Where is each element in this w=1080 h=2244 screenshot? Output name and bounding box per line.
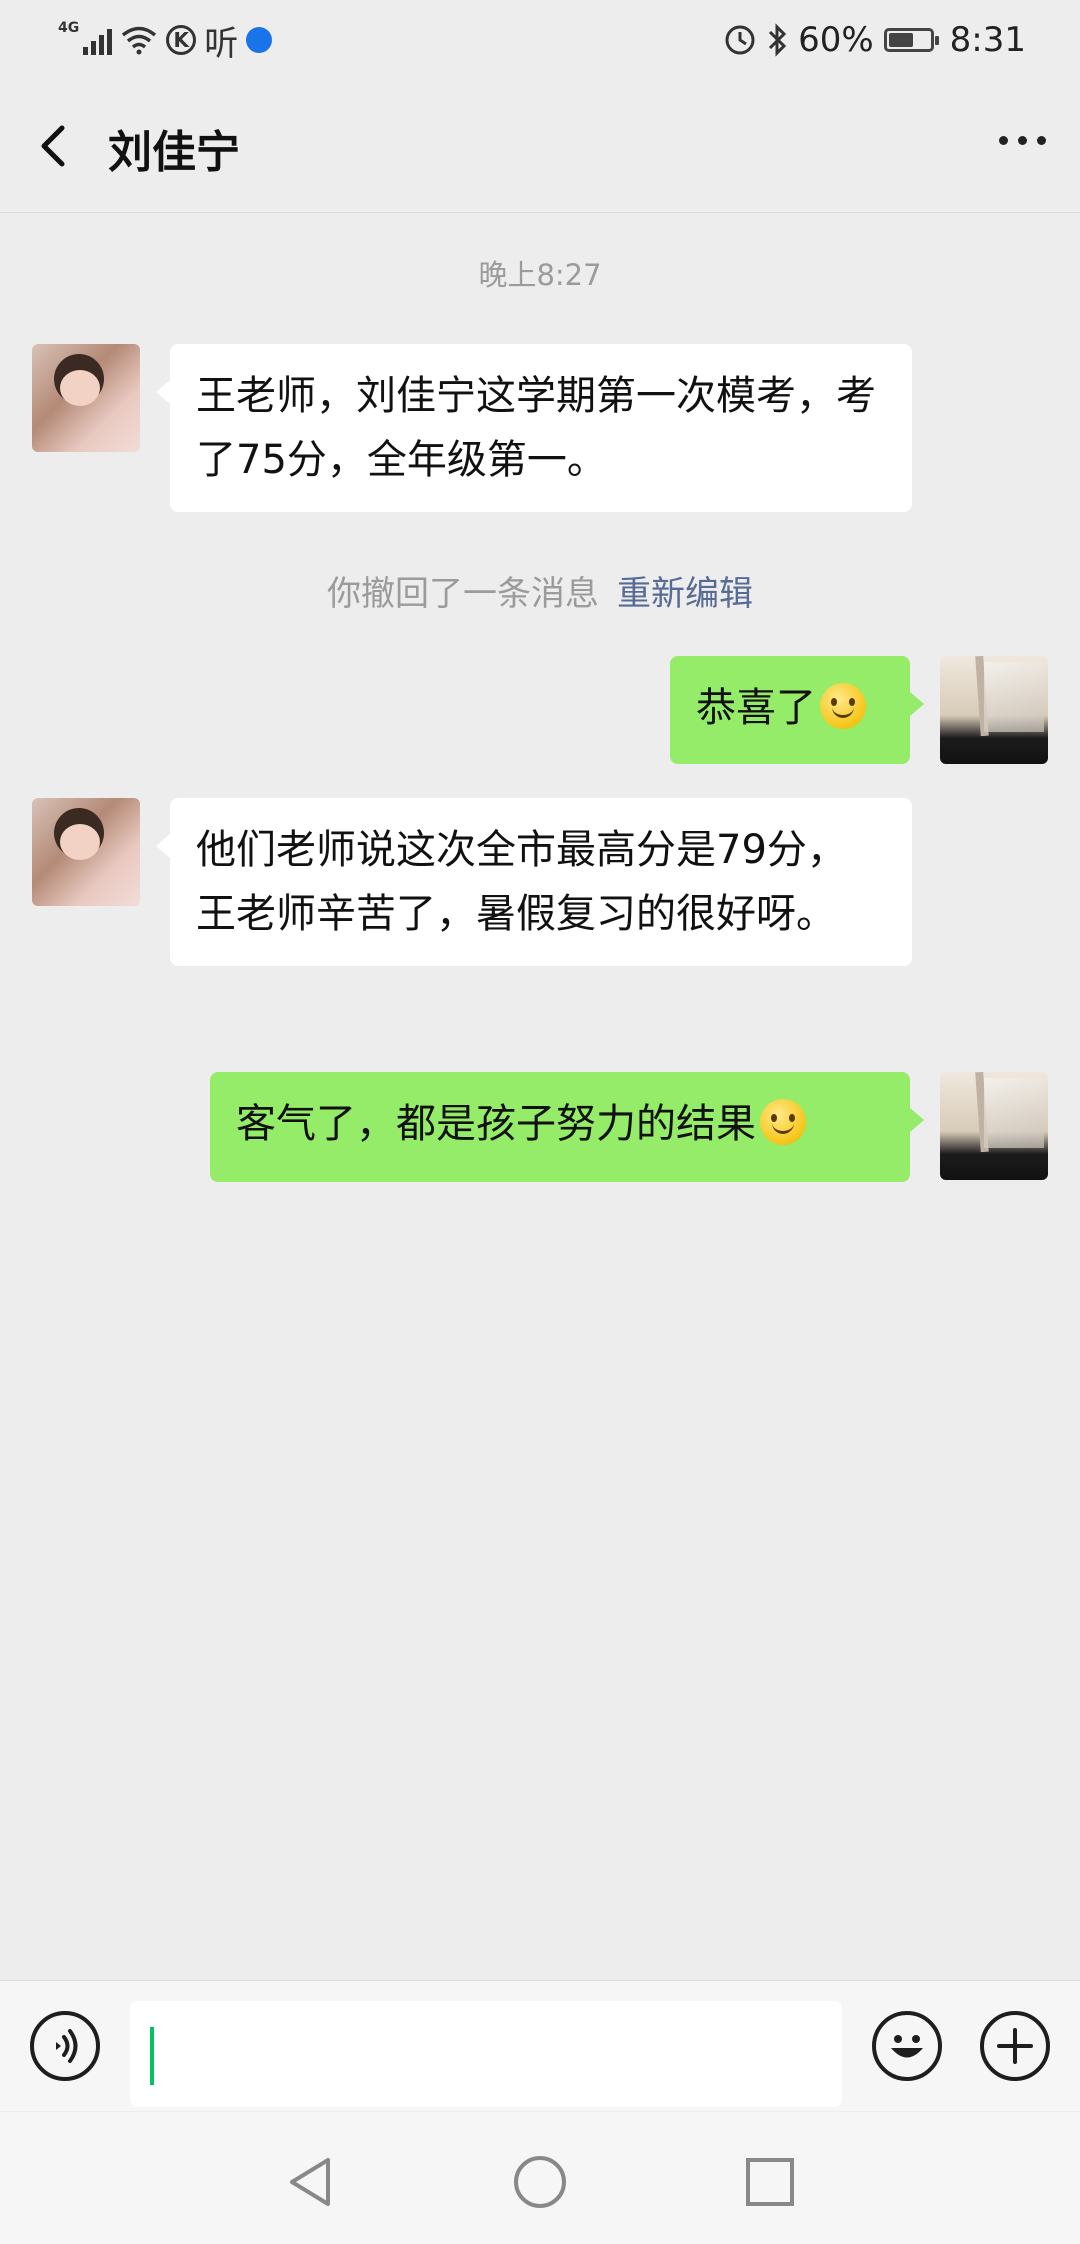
plus-icon[interactable]	[980, 2011, 1050, 2081]
my-avatar[interactable]	[940, 1072, 1048, 1180]
network-type: 4G	[58, 20, 80, 36]
emoji-icon[interactable]	[872, 2011, 942, 2081]
message-bubble-sent[interactable]: 恭喜了	[670, 656, 924, 764]
message-bubble-sent[interactable]: 客气了，都是孩子努力的结果	[210, 1072, 924, 1182]
contact-avatar[interactable]	[32, 798, 140, 906]
input-bar	[0, 1980, 1080, 2111]
clock: 8:31	[949, 20, 1026, 60]
chat-header: 刘佳宁	[0, 80, 1080, 213]
nav-back-icon[interactable]	[284, 2154, 336, 2210]
message-bubble-received[interactable]: 他们老师说这次全市最高分是79分，王老师辛苦了，暑假复习的很好呀。	[156, 798, 912, 966]
smiley-emoji-icon	[760, 1099, 806, 1145]
wifi-icon	[122, 26, 157, 55]
contact-avatar[interactable]	[32, 344, 140, 452]
bluetooth-icon	[769, 23, 787, 57]
k-app-icon: K	[166, 25, 197, 55]
recall-text: 你撤回了一条消息	[327, 574, 599, 614]
battery-fill	[888, 33, 913, 47]
browser-app-icon	[246, 27, 273, 53]
listen-app-icon: 听	[204, 23, 239, 64]
more-icon[interactable]	[999, 136, 1046, 145]
recall-notice: 你撤回了一条消息 重新编辑	[0, 566, 1080, 615]
my-avatar[interactable]	[940, 656, 1048, 764]
status-right: 60% 8:31	[724, 18, 1026, 62]
nav-recents-icon[interactable]	[744, 2154, 796, 2210]
text-caret	[150, 2027, 154, 2085]
data-saver-icon	[725, 25, 755, 55]
message-input[interactable]	[130, 2001, 842, 2107]
message-text: 恭喜了	[696, 685, 816, 731]
nav-home-icon[interactable]	[512, 2154, 568, 2210]
message-bubble-received[interactable]: 王老师，刘佳宁这学期第一次模考，考了75分，全年级第一。	[156, 344, 912, 512]
voice-icon[interactable]	[30, 2011, 100, 2081]
chat-title: 刘佳宁	[108, 127, 240, 178]
status-left: 4G K 听	[58, 18, 273, 64]
system-nav-bar	[0, 2112, 1080, 2244]
message-text: 客气了，都是孩子努力的结果	[236, 1101, 756, 1147]
signal-icon	[83, 25, 113, 55]
battery-percent: 60%	[798, 20, 874, 60]
message-timestamp: 晚上8:27	[478, 258, 602, 292]
smiley-emoji-icon	[820, 683, 866, 729]
status-bar: 4G K 听 60% 8:31	[0, 0, 1080, 80]
battery-icon	[883, 28, 939, 52]
back-icon[interactable]	[30, 120, 82, 172]
re-edit-link[interactable]: 重新编辑	[617, 574, 753, 614]
